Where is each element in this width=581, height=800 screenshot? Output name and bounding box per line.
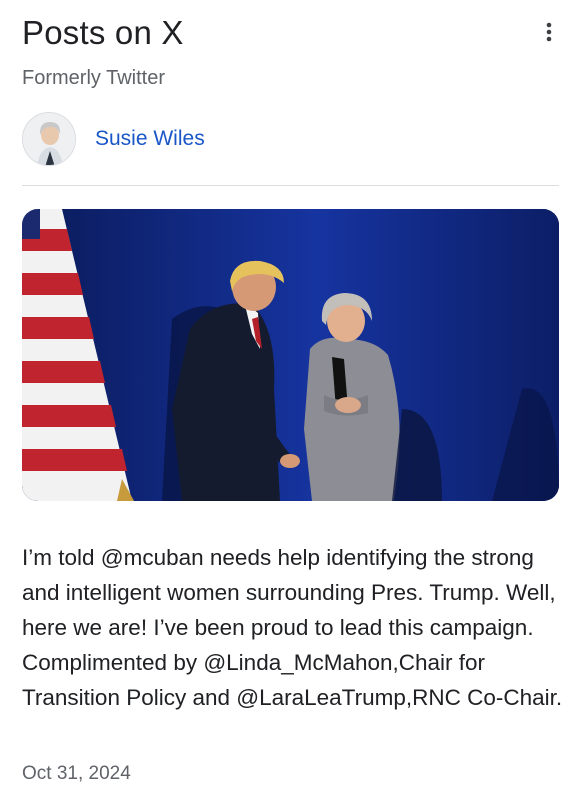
more-vert-icon bbox=[546, 22, 552, 42]
avatar-photo-icon bbox=[23, 113, 75, 165]
post-photo-icon bbox=[22, 209, 559, 501]
author-name-link[interactable]: Susie Wiles bbox=[95, 127, 205, 151]
page-subtitle: Formerly Twitter bbox=[22, 67, 165, 89]
avatar[interactable] bbox=[22, 112, 76, 166]
page-title: Posts on X bbox=[22, 14, 184, 51]
author-row[interactable]: Susie Wiles bbox=[22, 112, 205, 166]
more-options-button[interactable] bbox=[535, 18, 563, 46]
post-text: I’m told @mcuban needs help identifying … bbox=[22, 545, 563, 710]
divider bbox=[22, 185, 559, 186]
post-date: Oct 31, 2024 bbox=[22, 763, 131, 784]
post-photo[interactable] bbox=[22, 209, 559, 501]
